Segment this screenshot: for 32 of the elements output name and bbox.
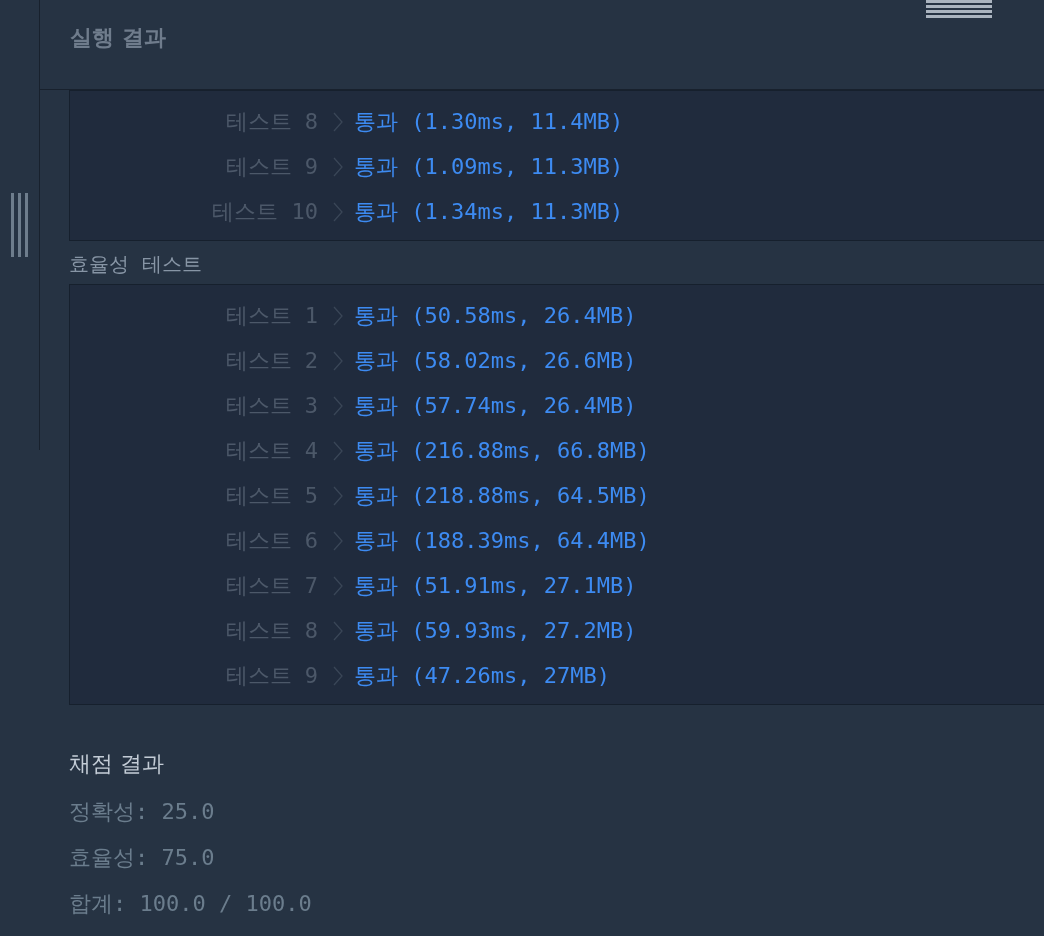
- test-result: 통과 (50.58ms, 26.4MB): [354, 301, 637, 330]
- chevron-right-icon: [332, 155, 344, 178]
- test-result: 통과 (216.88ms, 66.8MB): [354, 436, 650, 465]
- test-result: 통과 (59.93ms, 27.2MB): [354, 616, 637, 645]
- chevron-right-icon: [332, 304, 344, 327]
- grading-title: 채점 결과: [69, 750, 165, 778]
- chevron-right-icon: [332, 200, 344, 223]
- chevron-right-icon: [332, 529, 344, 552]
- test-result: 통과 (47.26ms, 27MB): [354, 661, 610, 690]
- menu-icon[interactable]: [926, 0, 992, 18]
- chevron-right-icon: [332, 619, 344, 642]
- test-result: 통과 (1.34ms, 11.3MB): [354, 197, 624, 226]
- test-result: 통과 (218.88ms, 64.5MB): [354, 481, 650, 510]
- score-line: 합계: 100.0 / 100.0: [69, 890, 313, 918]
- chevron-right-icon: [332, 484, 344, 507]
- drag-handle-icon[interactable]: [10, 193, 29, 257]
- chevron-right-icon: [332, 110, 344, 133]
- chevron-right-icon: [332, 349, 344, 372]
- chevron-right-icon: [332, 394, 344, 417]
- score-line: 효율성: 75.0: [69, 844, 216, 872]
- test-result: 통과 (1.09ms, 11.3MB): [354, 152, 624, 181]
- test-result: 통과 (58.02ms, 26.6MB): [354, 346, 637, 375]
- test-result: 통과 (57.74ms, 26.4MB): [354, 391, 637, 420]
- test-result: 통과 (51.91ms, 27.1MB): [354, 571, 637, 600]
- section-title: 효율성 테스트: [69, 252, 202, 276]
- score-line: 정확성: 25.0: [69, 798, 216, 826]
- chevron-right-icon: [332, 664, 344, 687]
- test-result: 통과 (188.39ms, 64.4MB): [354, 526, 650, 555]
- chevron-right-icon: [332, 574, 344, 597]
- panel-title: 실행 결과: [70, 25, 166, 50]
- test-result: 통과 (1.30ms, 11.4MB): [354, 107, 624, 136]
- chevron-right-icon: [332, 439, 344, 462]
